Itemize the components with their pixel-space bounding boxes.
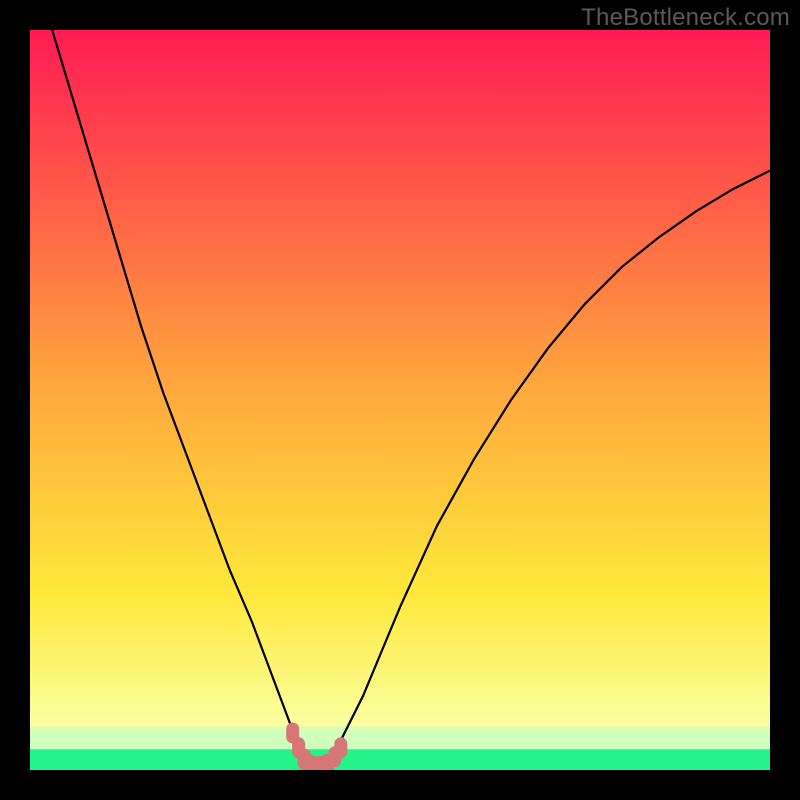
gradient-background [30,30,770,770]
trough-marker [335,738,347,758]
low-zone [30,749,770,770]
bottleneck-chart [30,30,770,770]
watermark-text: TheBottleneck.com [581,4,790,32]
chart-frame: TheBottleneck.com [0,0,800,800]
low-zone-upper [30,726,770,751]
